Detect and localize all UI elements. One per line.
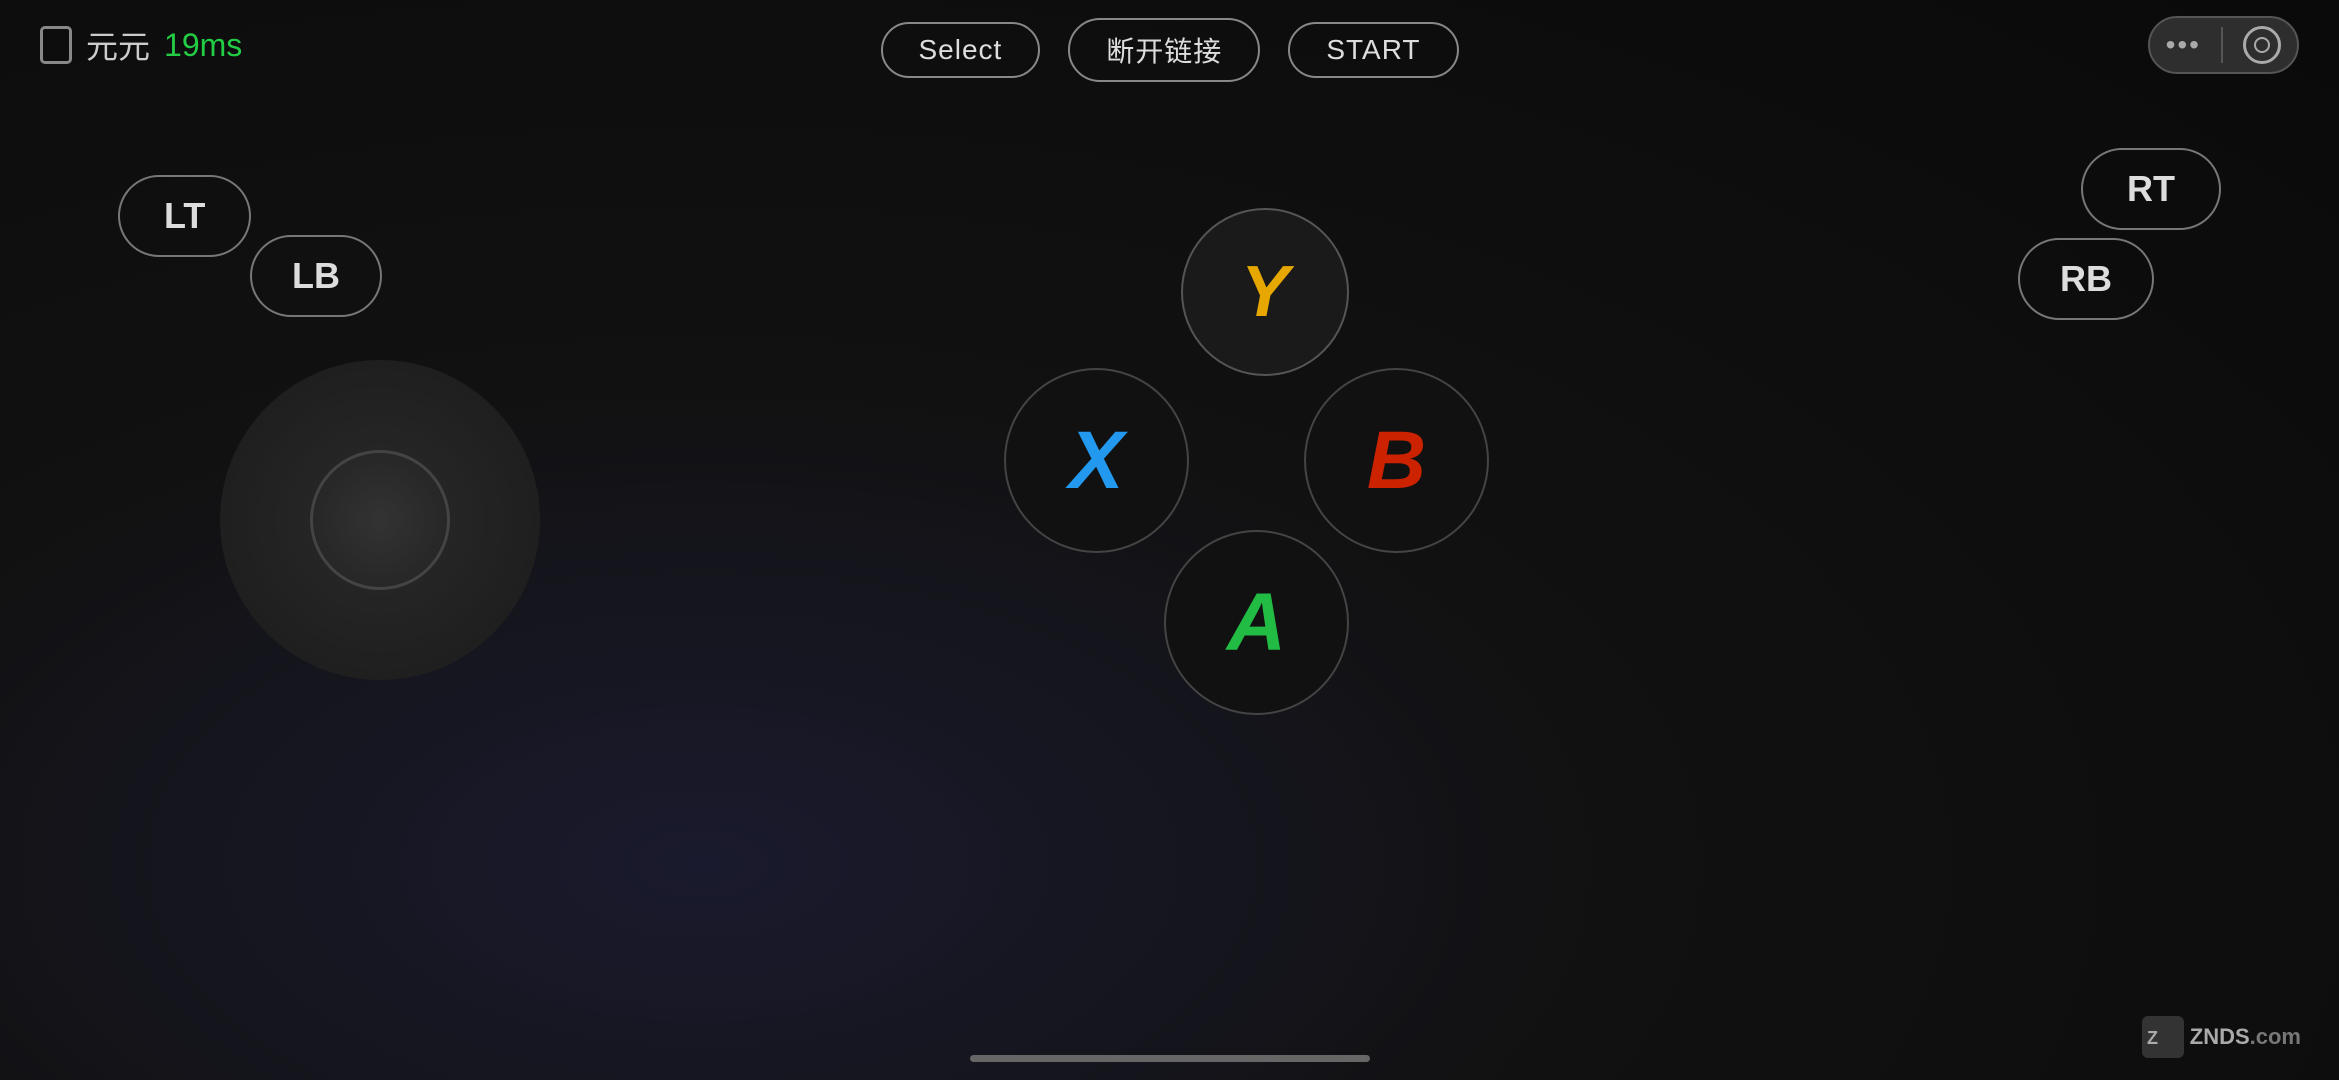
lb-button[interactable]: LB [250, 235, 382, 317]
left-joystick[interactable] [220, 360, 540, 680]
device-name: 元元 [86, 22, 150, 68]
disconnect-button[interactable]: 断开链接 [1068, 18, 1260, 82]
divider [2221, 27, 2223, 63]
select-button[interactable]: Select [880, 22, 1040, 78]
top-right-controls: ••• [2148, 16, 2299, 74]
pill-control[interactable]: ••• [2148, 16, 2299, 74]
joystick-inner-circle [310, 450, 450, 590]
a-button[interactable]: A [1164, 530, 1349, 715]
dots-icon: ••• [2166, 29, 2201, 61]
phone-icon [40, 26, 72, 64]
device-info: 元元 19ms [40, 22, 242, 68]
lt-button[interactable]: LT [118, 175, 251, 257]
start-button[interactable]: START [1288, 22, 1458, 78]
b-button[interactable]: B [1304, 368, 1489, 553]
watermark-text: ZNDS.com [2190, 1024, 2301, 1050]
center-buttons: Select 断开链接 START [880, 18, 1458, 82]
rt-button[interactable]: RT [2081, 148, 2221, 230]
camera-inner-circle [2254, 37, 2270, 53]
rb-button[interactable]: RB [2018, 238, 2154, 320]
home-indicator [970, 1055, 1370, 1062]
svg-text:Z: Z [2147, 1028, 2158, 1048]
watermark-icon: Z [2142, 1016, 2184, 1058]
watermark: Z ZNDS.com [2142, 1016, 2301, 1058]
camera-icon [2243, 26, 2281, 64]
x-button[interactable]: X [1004, 368, 1189, 553]
y-button[interactable]: Y [1181, 208, 1349, 376]
latency-display: 19ms [164, 27, 242, 64]
